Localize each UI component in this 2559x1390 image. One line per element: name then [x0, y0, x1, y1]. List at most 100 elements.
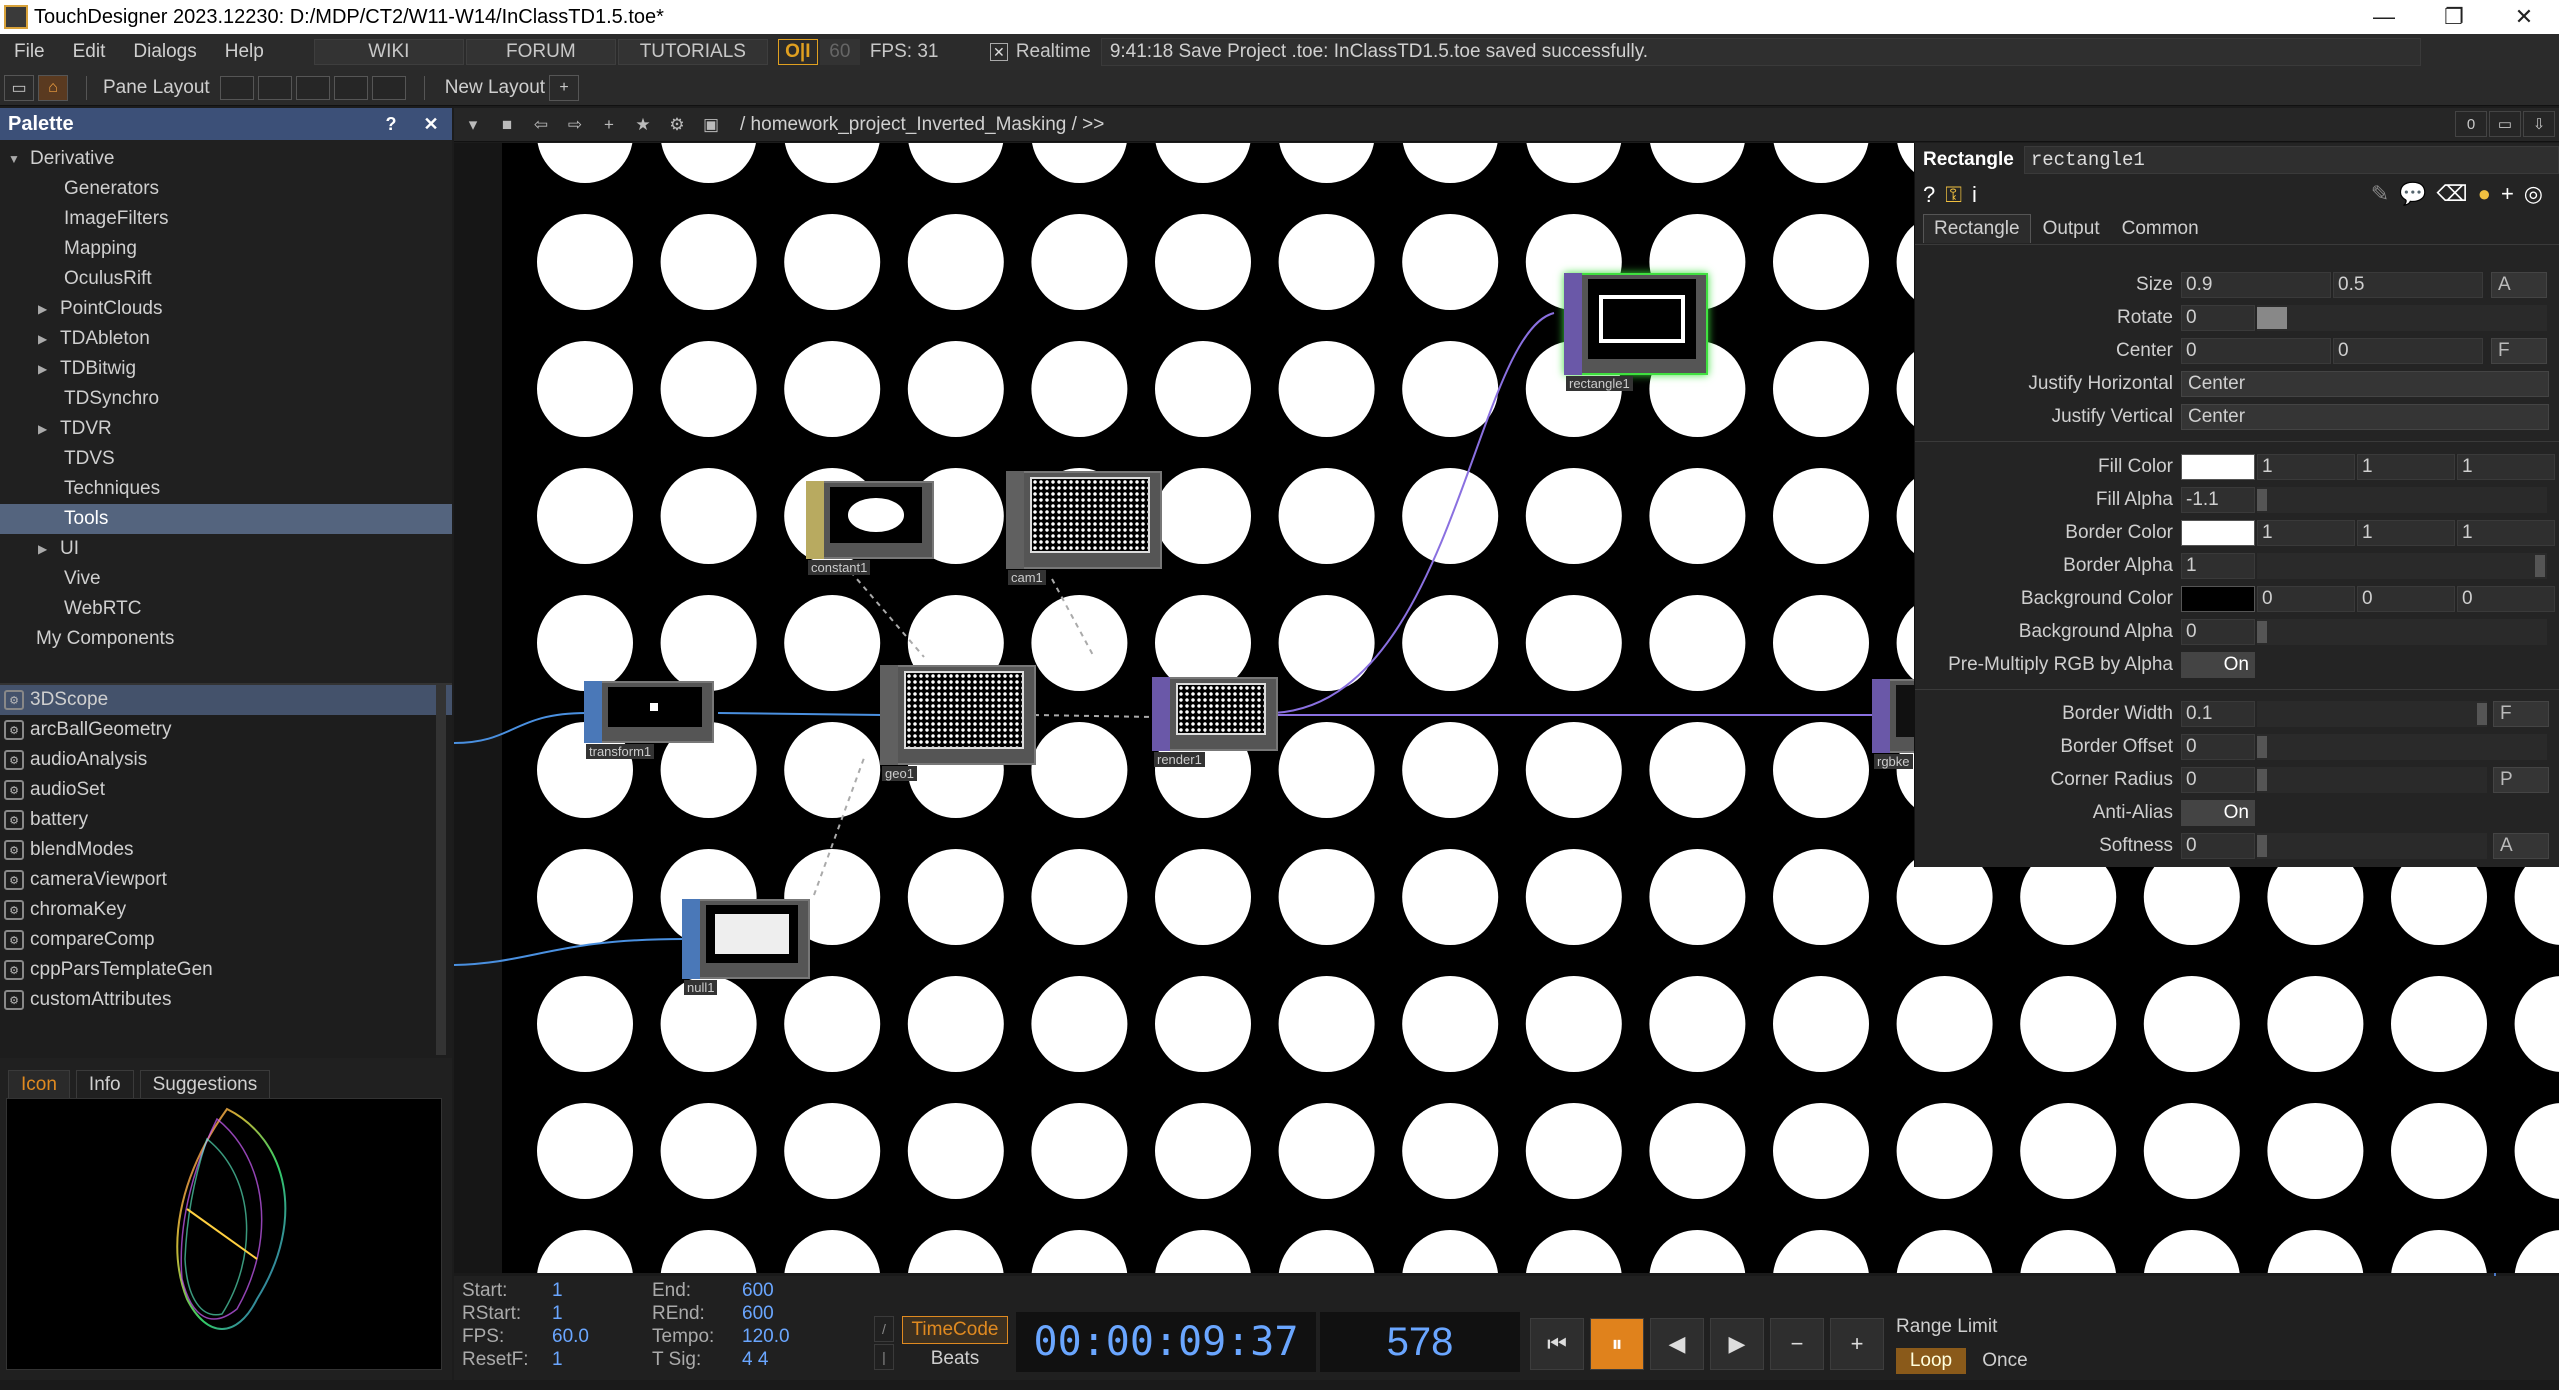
border-width-unit-menu[interactable]: F	[2493, 701, 2549, 727]
bg-alpha-field[interactable]: 0	[2181, 619, 2255, 645]
network-stop-button[interactable]: ■	[492, 111, 522, 139]
add-layout-button[interactable]: +	[549, 74, 580, 101]
operator-render1[interactable]: render1	[1152, 677, 1278, 767]
loop-button[interactable]: Loop	[1896, 1348, 1966, 1374]
border-color-swatch[interactable]	[2181, 520, 2255, 546]
layout-single-button[interactable]	[219, 75, 254, 100]
menu-dialogs[interactable]: Dialogs	[119, 41, 210, 63]
softness-unit-menu[interactable]: A	[2493, 833, 2549, 859]
operator-flags[interactable]	[682, 899, 700, 979]
pane-home-icon[interactable]: ⌂	[38, 74, 68, 101]
rotate-slider[interactable]	[2257, 305, 2547, 331]
component-list-item[interactable]: ⚙ arcBallGeometry	[0, 715, 452, 745]
menu-file[interactable]: File	[0, 41, 59, 63]
back-arrow-icon[interactable]: ⇦	[526, 111, 556, 139]
bg-color-r[interactable]: 0	[2257, 586, 2355, 612]
increase-icon[interactable]: +	[1830, 1318, 1884, 1370]
softness-slider[interactable]	[2257, 833, 2487, 859]
add-parameter-icon[interactable]: +	[2501, 181, 2514, 207]
palette-tree-item[interactable]: OculusRift	[0, 264, 452, 294]
menu-help[interactable]: Help	[211, 41, 278, 63]
menu-edit[interactable]: Edit	[59, 41, 120, 63]
center-y-field[interactable]: 0	[2333, 338, 2483, 364]
palette-tree-item[interactable]: ▶ TDBitwig	[0, 354, 452, 384]
operator-rectangle1[interactable]: rectangle1	[1564, 273, 1708, 391]
component-list-item[interactable]: ⚙ battery	[0, 805, 452, 835]
operator-transform1[interactable]: transform1	[584, 681, 714, 759]
once-button[interactable]: Once	[1970, 1348, 2040, 1374]
minimize-button[interactable]: —	[2349, 0, 2419, 34]
softness-field[interactable]: 0	[2181, 833, 2255, 859]
palette-tree-item[interactable]: ▶ UI	[0, 534, 452, 564]
size-y-field[interactable]: 0.5	[2333, 272, 2483, 298]
time-setting-value[interactable]: 600	[742, 1280, 842, 1303]
perform-mode-toggle[interactable]: O|I	[777, 39, 818, 65]
layout-split-vertical-button[interactable]	[257, 75, 292, 100]
operator-flags[interactable]	[1564, 273, 1582, 375]
time-setting-value[interactable]: 4 4	[742, 1349, 842, 1372]
bg-color-b[interactable]: 0	[2457, 586, 2555, 612]
palette-tree-item[interactable]: TDSynchro	[0, 384, 452, 414]
time-setting-value[interactable]: 1	[552, 1349, 652, 1372]
decrease-icon[interactable]: −	[1770, 1318, 1824, 1370]
palette-tree-item[interactable]: TDVS	[0, 444, 452, 474]
collapsed-arrow-icon[interactable]: ▶	[38, 302, 54, 316]
network-path[interactable]: / homework_project_Inverted_Masking / >>	[740, 114, 1104, 136]
play-forward-icon[interactable]: ▶	[1710, 1318, 1764, 1370]
collapsed-arrow-icon[interactable]: ▶	[38, 542, 54, 556]
component-list-item[interactable]: ⚙ cameraViewport	[0, 865, 452, 895]
pane-image-icon[interactable]: ▭	[4, 74, 34, 101]
rotate-field[interactable]: 0	[2181, 305, 2255, 331]
operator-cam1[interactable]: cam1	[1006, 471, 1162, 585]
border-alpha-slider[interactable]	[2257, 553, 2547, 579]
time-setting-value[interactable]: 1	[552, 1303, 652, 1326]
palette-tree-item[interactable]: ▶ TDAbleton	[0, 324, 452, 354]
rewind-icon[interactable]: ⏮	[1530, 1318, 1584, 1370]
edit-icon[interactable]: ✎	[2371, 181, 2389, 207]
time-setting-value[interactable]: 1	[552, 1280, 652, 1303]
component-list-item[interactable]: ⚙ audioSet	[0, 775, 452, 805]
forward-arrow-icon[interactable]: ⇨	[560, 111, 590, 139]
add-operator-icon[interactable]: +	[594, 111, 624, 139]
border-color-b[interactable]: 1	[2457, 520, 2555, 546]
python-help-icon[interactable]: ⚿	[1945, 182, 1962, 208]
python-icon[interactable]: ●	[2478, 181, 2491, 207]
palette-tree-item[interactable]: Tools	[0, 504, 452, 534]
fps-cap-field[interactable]: 60	[819, 39, 860, 65]
palette-close-button[interactable]: ✕	[414, 111, 448, 137]
timeline-slash-button[interactable]: /	[874, 1316, 894, 1342]
pause-icon[interactable]: ⏸	[1590, 1318, 1644, 1370]
border-alpha-field[interactable]: 1	[2181, 553, 2255, 579]
premultiply-toggle[interactable]: On	[2181, 652, 2255, 678]
collapsed-arrow-icon[interactable]: ▶	[38, 362, 54, 376]
corner-radius-unit-menu[interactable]: P	[2493, 767, 2549, 793]
palette-help-button[interactable]: ?	[374, 111, 408, 137]
close-window-button[interactable]: ✕	[2489, 0, 2559, 34]
component-list-item[interactable]: ⚙ blendModes	[0, 835, 452, 865]
anti-alias-toggle[interactable]: On	[2181, 800, 2255, 826]
tab-suggestions[interactable]: Suggestions	[139, 1070, 271, 1100]
component-list-item[interactable]: ⚙ compareComp	[0, 925, 452, 955]
border-width-slider[interactable]	[2257, 701, 2487, 727]
collapsed-arrow-icon[interactable]: ▶	[38, 332, 54, 346]
forum-link[interactable]: FORUM	[465, 39, 616, 65]
operator-null1[interactable]: null1	[682, 899, 810, 995]
timecode-mode-button[interactable]: TimeCode	[902, 1316, 1008, 1344]
operator-flags[interactable]	[880, 665, 898, 765]
expanded-arrow-icon[interactable]: ▼	[8, 152, 24, 166]
step-back-icon[interactable]: ◀	[1650, 1318, 1704, 1370]
bookmark-star-icon[interactable]: ★	[628, 111, 658, 139]
tab-icon[interactable]: Icon	[8, 1070, 70, 1100]
border-offset-field[interactable]: 0	[2181, 734, 2255, 760]
border-offset-slider[interactable]	[2257, 734, 2547, 760]
operator-geo1[interactable]: geo1	[880, 665, 1036, 781]
palette-tree-item[interactable]: ▶ TDVR	[0, 414, 452, 444]
layout-three-button[interactable]	[333, 75, 368, 100]
size-x-field[interactable]: 0.9	[2181, 272, 2331, 298]
tutorials-link[interactable]: TUTORIALS	[617, 39, 768, 65]
center-x-field[interactable]: 0	[2181, 338, 2331, 364]
tab-info[interactable]: Info	[75, 1070, 134, 1100]
background-color-swatch[interactable]	[2181, 586, 2255, 612]
network-view-icon[interactable]: ▣	[696, 111, 726, 139]
target-icon[interactable]: ◎	[2524, 181, 2543, 207]
